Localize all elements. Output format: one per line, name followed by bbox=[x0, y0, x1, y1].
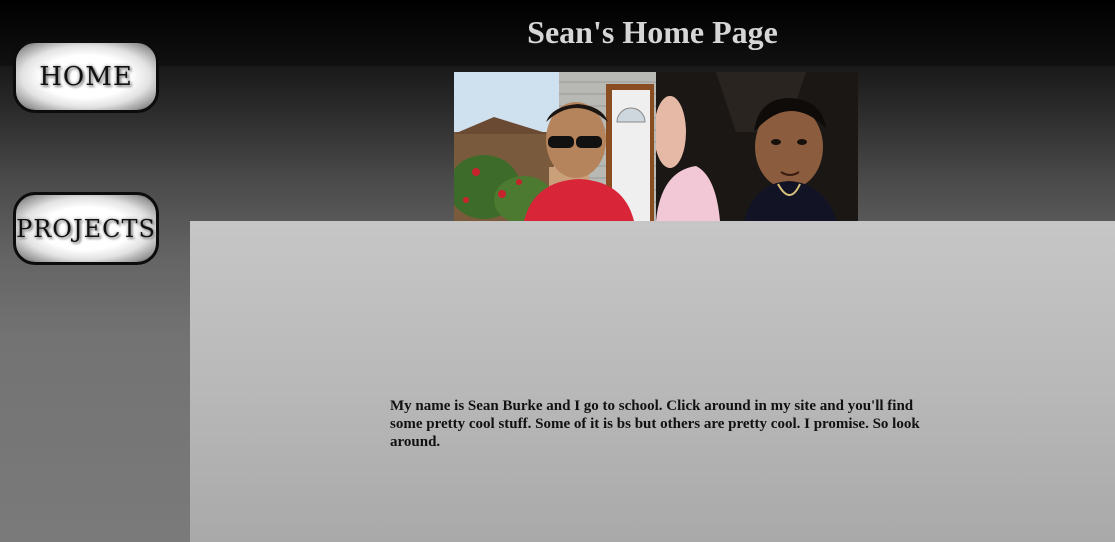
home-button[interactable]: HOME bbox=[13, 40, 159, 113]
home-button-label: HOME bbox=[39, 61, 133, 92]
projects-button-label: PROJECTS bbox=[16, 214, 156, 243]
intro-text: My name is Sean Burke and I go to school… bbox=[390, 398, 920, 450]
projects-button[interactable]: PROJECTS bbox=[13, 192, 159, 265]
header-photo-strip bbox=[454, 72, 858, 221]
photo-portrait bbox=[656, 72, 858, 221]
page-title: Sean's Home Page bbox=[527, 14, 778, 50]
photo-sunglasses bbox=[454, 72, 656, 221]
content-panel: My name is Sean Burke and I go to school… bbox=[190, 221, 1115, 542]
